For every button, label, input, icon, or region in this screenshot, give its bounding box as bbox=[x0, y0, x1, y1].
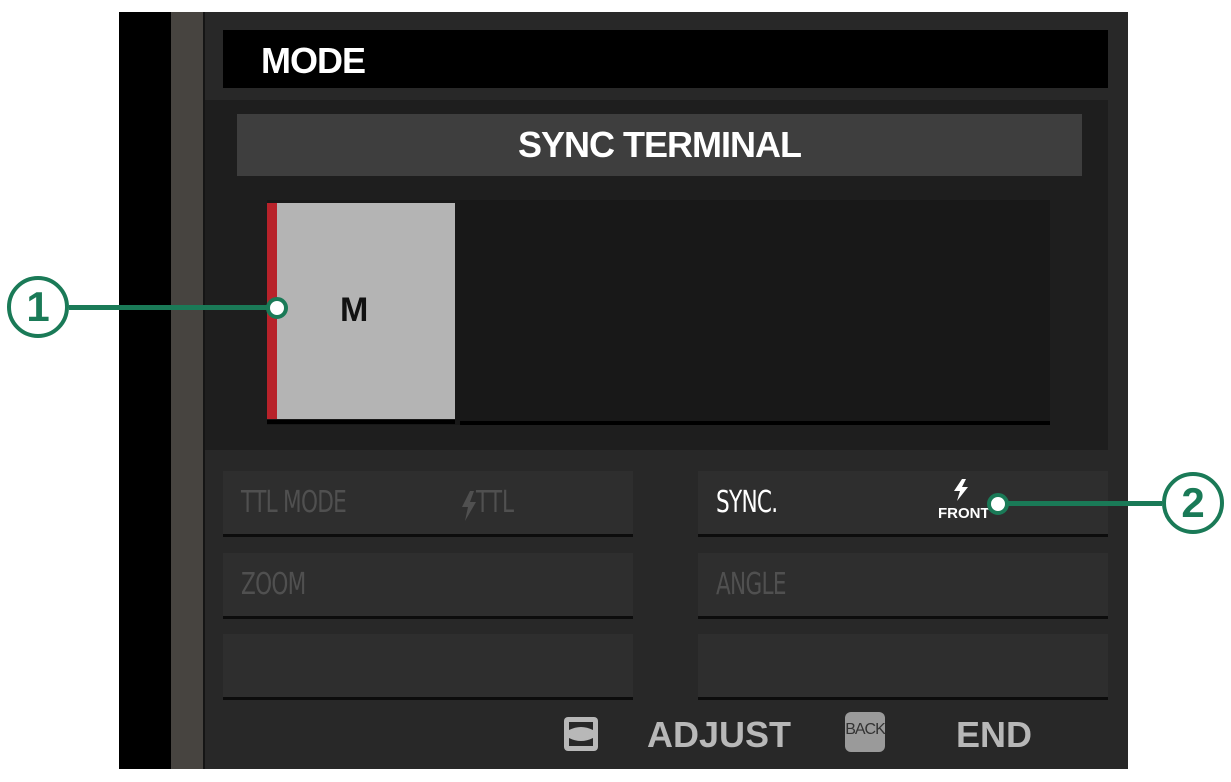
flash-icon bbox=[954, 479, 968, 501]
ttl-mode-label: TTL MODE bbox=[241, 485, 347, 520]
flash-icon bbox=[462, 491, 476, 521]
section-header: SYNC TERMINAL bbox=[237, 114, 1082, 176]
footer-bar: ADJUST BACK END bbox=[205, 712, 1108, 769]
mode-option-m[interactable]: M bbox=[267, 203, 455, 419]
sync-label: SYNC. bbox=[716, 485, 778, 520]
adjust-label: ADJUST bbox=[647, 714, 792, 755]
title-bar: MODE bbox=[223, 30, 1108, 88]
back-icon-label: BACK bbox=[845, 721, 886, 738]
callout-2-leader bbox=[1000, 501, 1162, 506]
mode-area-underline bbox=[460, 421, 1050, 425]
section-header-label: SYNC TERMINAL bbox=[518, 124, 802, 165]
ttl-mode-setting[interactable]: TTL MODE TTL bbox=[223, 471, 633, 537]
ttl-mode-value: TTL bbox=[476, 485, 515, 520]
sync-value: FRONT bbox=[938, 505, 990, 522]
empty-setting-left bbox=[223, 634, 633, 700]
callout-1: 1 bbox=[7, 276, 69, 338]
callout-1-dot bbox=[266, 297, 288, 319]
zoom-label: ZOOM bbox=[241, 567, 306, 602]
mode-option-label: M bbox=[340, 291, 369, 329]
page-title: MODE bbox=[261, 40, 366, 81]
screen-bezel bbox=[119, 12, 171, 769]
callout-2-dot bbox=[987, 493, 1009, 515]
angle-setting[interactable]: ANGLE bbox=[698, 553, 1108, 619]
callout-2: 2 bbox=[1162, 472, 1224, 534]
callout-1-leader bbox=[69, 305, 269, 310]
end-label: END bbox=[956, 714, 1033, 755]
back-button-icon[interactable]: BACK bbox=[845, 712, 886, 752]
zoom-setting[interactable]: ZOOM bbox=[223, 553, 633, 619]
screen-bezel-inner bbox=[171, 12, 203, 769]
mode-option-underline bbox=[267, 420, 455, 424]
command-dial-icon[interactable] bbox=[563, 716, 599, 752]
angle-label: ANGLE bbox=[716, 567, 786, 602]
empty-setting-right bbox=[698, 634, 1108, 700]
